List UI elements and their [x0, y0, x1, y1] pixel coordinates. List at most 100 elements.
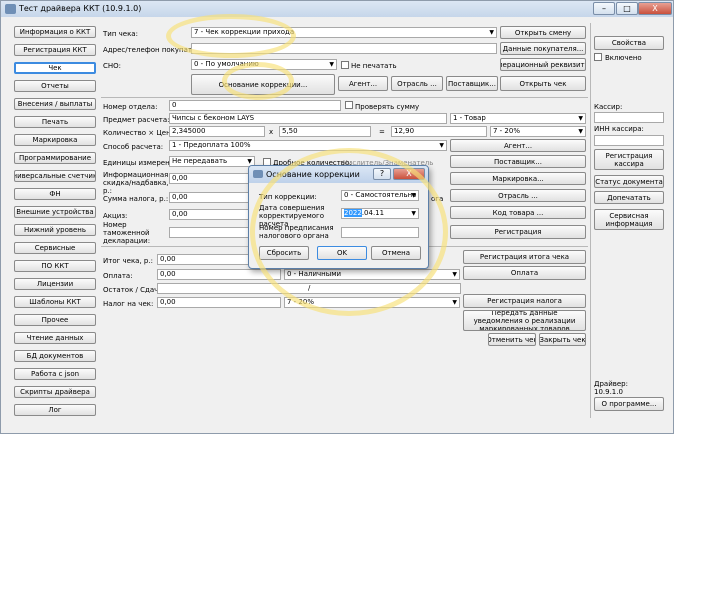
cashier-inn-input[interactable]	[594, 135, 664, 146]
nav-low-level[interactable]: Нижний уровень	[14, 224, 96, 236]
nav-registration[interactable]: Регистрация ККТ	[14, 44, 96, 56]
supplier-button-2[interactable]: Поставщик...	[450, 155, 586, 168]
nav-programming[interactable]: Программирование	[14, 152, 96, 164]
chevron-down-icon: ▼	[452, 271, 457, 278]
cashier-label: Кассир:	[594, 103, 623, 111]
nav-external-devices[interactable]: Внешние устройства	[14, 206, 96, 218]
nav-counters[interactable]: Универсальные счетчики	[14, 170, 96, 182]
cashier-inn-label: ИНН кассира:	[594, 125, 644, 133]
nav-licenses[interactable]: Лицензии	[14, 278, 96, 290]
receipt-type-label: Тип чека:	[103, 30, 138, 38]
about-button[interactable]: О программе...	[594, 397, 664, 411]
register-tax-button[interactable]: Регистрация налога	[463, 294, 586, 308]
close-button[interactable]: X	[638, 2, 672, 15]
item-input[interactable]: Чипсы с беконом LAYS	[169, 113, 447, 124]
qty-label: Количество × Цена:	[103, 129, 178, 137]
sno-label: СНО:	[103, 62, 122, 70]
nav-cash-in-out[interactable]: Внесения / выплаты	[14, 98, 96, 110]
total-input[interactable]: 12,90	[391, 126, 487, 137]
customs-label: Номер таможенной декларации:	[103, 221, 151, 245]
change-label: Остаток / Сдача:	[103, 286, 165, 294]
check-sum-label: Проверять сумму	[355, 103, 420, 111]
enabled-checkbox[interactable]	[594, 53, 602, 61]
goods-code-button[interactable]: Код товара ...	[450, 206, 586, 219]
document-status-button[interactable]: Статус документа	[594, 175, 664, 188]
register-button[interactable]: Регистрация	[450, 225, 586, 239]
operational-requisite-button[interactable]: Операционный реквизит ...	[500, 58, 586, 71]
chevron-down-icon: ▼	[578, 128, 583, 135]
nav-log[interactable]: Лог	[14, 404, 96, 416]
window-title: Тест драйвера ККТ (10.9.1.0)	[19, 4, 142, 13]
properties-button[interactable]: Свойства	[594, 36, 664, 50]
nav-doc-db[interactable]: БД документов	[14, 350, 96, 362]
pay-method-select[interactable]: 1 - Предоплата 100% ▼	[169, 140, 447, 151]
industry-button[interactable]: Отрасль ...	[391, 76, 443, 91]
item-type-select[interactable]: 1 - Товар ▼	[450, 113, 586, 124]
receipt-total-input[interactable]: 0,00	[157, 254, 249, 265]
open-receipt-button[interactable]: Открыть чек	[500, 76, 586, 91]
cashier-input[interactable]	[594, 112, 664, 123]
highlight-dialog	[250, 148, 448, 316]
nav-firmware[interactable]: ПО ККТ	[14, 260, 96, 272]
chevron-down-icon: ▼	[452, 299, 457, 306]
price-input[interactable]: 5,50	[279, 126, 371, 137]
section-divider	[101, 97, 588, 98]
tax-sum-input[interactable]: 0,00	[169, 192, 249, 203]
industry-button-2[interactable]: Отрасль ...	[450, 189, 586, 202]
dept-input[interactable]: 0	[169, 100, 341, 111]
tax-sum-label: Сумма налога, р.:	[103, 195, 169, 203]
agent-button-2[interactable]: Агент...	[450, 139, 586, 152]
nav-fn[interactable]: ФН	[14, 188, 96, 200]
tax-on-receipt-label: Налог на чек:	[103, 300, 154, 308]
nav-templates[interactable]: Шаблоны ККТ	[14, 296, 96, 308]
dialog-icon	[253, 170, 263, 178]
excise-input[interactable]: 0,00	[169, 209, 249, 220]
nav-reports[interactable]: Отчеты	[14, 80, 96, 92]
nav-other[interactable]: Прочее	[14, 314, 96, 326]
nav-scripts[interactable]: Скрипты драйвера	[14, 386, 96, 398]
nav-marking[interactable]: Маркировка	[14, 134, 96, 146]
right-panel-divider	[590, 23, 591, 418]
buyer-data-button[interactable]: Данные покупателя...	[500, 42, 586, 55]
agent-button[interactable]: Агент...	[338, 76, 388, 91]
driver-label: Драйвер:	[594, 380, 628, 388]
tax-on-receipt-input[interactable]: 0,00	[157, 297, 281, 308]
reprint-button[interactable]: Допечатать	[594, 191, 664, 204]
cancel-receipt-button[interactable]: Отменить чек	[488, 333, 536, 346]
send-marking-notice-button[interactable]: Передать данные уведомления о реализации…	[463, 310, 586, 331]
payment-button[interactable]: Оплата	[463, 266, 586, 280]
highlight-receipt-type	[166, 14, 296, 58]
nav-receipt[interactable]: Чек	[14, 62, 96, 74]
customs-input[interactable]	[169, 227, 249, 238]
register-total-button[interactable]: Регистрация итога чека	[463, 250, 586, 264]
no-print-checkbox[interactable]	[341, 61, 349, 69]
info-discount-label: Информационная скидка/надбавка, р.:	[103, 171, 169, 195]
marking-button[interactable]: Маркировка...	[450, 172, 586, 185]
nav-json[interactable]: Работа с json	[14, 368, 96, 380]
maximize-button[interactable]: □	[616, 2, 638, 15]
supplier-button[interactable]: Поставщик...	[446, 76, 498, 91]
chevron-down-icon: ▼	[489, 29, 494, 36]
info-discount-input[interactable]: 0,00	[169, 173, 249, 184]
dept-label: Номер отдела:	[103, 103, 158, 111]
no-print-label: Не печатать	[351, 62, 397, 70]
service-info-button[interactable]: Сервисная информация	[594, 209, 664, 230]
close-receipt-button[interactable]: Закрыть чек	[539, 333, 586, 346]
check-sum-checkbox[interactable]	[345, 101, 353, 109]
chevron-down-icon: ▼	[329, 61, 334, 68]
vat-select[interactable]: 7 - 20% ▼	[490, 126, 586, 137]
highlight-basis-button	[222, 62, 294, 100]
equals-sign: =	[379, 128, 385, 136]
chevron-down-icon: ▼	[578, 115, 583, 122]
minimize-button[interactable]: –	[593, 2, 615, 15]
nav-print[interactable]: Печать	[14, 116, 96, 128]
title-bar: Тест драйвера ККТ (10.9.1.0) – □ X	[1, 1, 673, 17]
nav-read-data[interactable]: Чтение данных	[14, 332, 96, 344]
nav-service[interactable]: Сервисные	[14, 242, 96, 254]
item-label: Предмет расчета:	[103, 116, 170, 124]
open-shift-button[interactable]: Открыть смену	[500, 26, 586, 39]
qty-input[interactable]: 2,345000	[169, 126, 265, 137]
nav-info[interactable]: Информация о ККТ	[14, 26, 96, 38]
register-cashier-button[interactable]: Регистрация кассира	[594, 149, 664, 170]
units-select[interactable]: Не передавать ▼	[169, 156, 255, 167]
